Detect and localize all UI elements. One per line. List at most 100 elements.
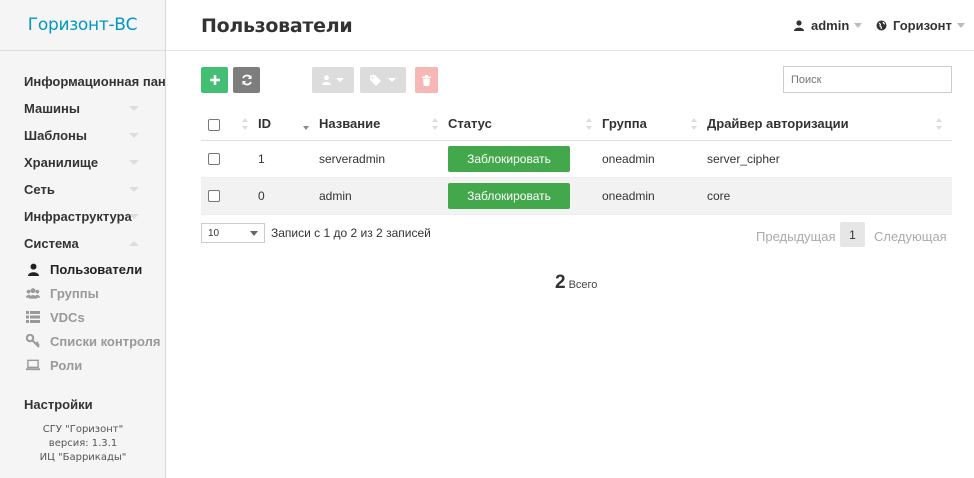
zone-menu[interactable]: Горизонт bbox=[876, 18, 965, 33]
total-label: Всего bbox=[568, 279, 598, 291]
chevron-up-icon bbox=[129, 241, 139, 246]
column-header-label: ID bbox=[258, 116, 271, 132]
header: Пользователи admin Горизонт bbox=[166, 0, 974, 51]
sidebar-item-label: Настройки bbox=[24, 397, 93, 412]
chevron-down-icon bbox=[854, 23, 863, 28]
records-info: Записи с 1 до 2 из 2 записей bbox=[271, 226, 431, 240]
sidebar-item-label: Информационная пане bbox=[24, 74, 165, 89]
user-icon bbox=[26, 262, 40, 276]
sidebar-item-storage[interactable]: Хранилище bbox=[0, 149, 165, 176]
page-title: Пользователи bbox=[201, 15, 353, 37]
sort-icon[interactable] bbox=[242, 118, 248, 130]
status-cell: Заблокировать bbox=[448, 177, 602, 215]
users-icon bbox=[26, 286, 40, 300]
user-group: oneadmin bbox=[602, 177, 707, 215]
pagination-next[interactable]: Следующая bbox=[874, 229, 947, 244]
sidebar-subitem-vdcs[interactable]: VDCs bbox=[0, 305, 165, 329]
table-row[interactable]: 1 serveradmin Заблокировать oneadmin ser… bbox=[201, 140, 952, 178]
footer-product: СГУ "Горизонт" bbox=[42, 424, 124, 435]
column-header-auth-driver[interactable]: Драйвер авторизации bbox=[707, 108, 952, 141]
chevron-down-icon bbox=[250, 231, 258, 236]
status-cell: Заблокировать bbox=[448, 140, 602, 178]
sort-desc-icon bbox=[303, 118, 309, 130]
block-button[interactable]: Заблокировать bbox=[448, 182, 570, 209]
user-group: oneadmin bbox=[602, 140, 707, 178]
sidebar-item-infrastructure[interactable]: Инфраструктура bbox=[0, 203, 165, 230]
user-id: 1 bbox=[258, 140, 319, 178]
chevron-down-icon bbox=[129, 187, 139, 192]
row-checkbox[interactable] bbox=[208, 190, 220, 203]
labels-button[interactable] bbox=[360, 67, 406, 93]
auth-driver: core bbox=[707, 177, 952, 215]
chevron-down-icon bbox=[388, 78, 396, 82]
sidebar-item-label: Инфраструктура bbox=[24, 209, 132, 224]
sort-icon bbox=[936, 118, 942, 130]
sidebar-subitem-acl[interactable]: Списки контроля bbox=[0, 329, 165, 353]
footer-version: версия: 1.3.1 bbox=[48, 438, 118, 449]
chevron-down-icon bbox=[129, 214, 139, 219]
plus-icon bbox=[209, 75, 220, 85]
select-all-checkbox[interactable] bbox=[208, 118, 220, 131]
sidebar-item-label: Машины bbox=[24, 101, 80, 116]
sort-icon bbox=[691, 118, 697, 130]
chevron-down-icon bbox=[336, 78, 344, 82]
row-select-cell bbox=[201, 140, 258, 178]
sidebar-item-label: Система bbox=[24, 236, 79, 251]
sidebar-subitem-groups[interactable]: Группы bbox=[0, 281, 165, 305]
sidebar-item-system[interactable]: Система bbox=[0, 230, 165, 257]
table-header-row: ID Название Статус Группа Драйвер автори… bbox=[201, 108, 952, 141]
laptop-icon bbox=[26, 358, 40, 372]
sidebar-item-settings[interactable]: Настройки bbox=[0, 391, 165, 418]
sidebar-subitem-roles[interactable]: Роли bbox=[0, 353, 165, 377]
sidebar-item-label: Сеть bbox=[24, 182, 55, 197]
sort-icon bbox=[432, 118, 438, 130]
block-button[interactable]: Заблокировать bbox=[448, 145, 570, 172]
sidebar-item-dashboard[interactable]: Информационная пане bbox=[0, 68, 165, 95]
sidebar-subitem-users[interactable]: Пользователи bbox=[0, 257, 165, 281]
column-header-group[interactable]: Группа bbox=[602, 108, 707, 141]
create-button[interactable] bbox=[201, 67, 228, 93]
sort-icon bbox=[586, 118, 592, 130]
delete-button[interactable] bbox=[415, 67, 438, 93]
pagination-current-page[interactable]: 1 bbox=[840, 222, 865, 247]
zone-name: Горизонт bbox=[893, 18, 952, 33]
column-header-id[interactable]: ID bbox=[258, 108, 319, 141]
user-icon bbox=[322, 75, 331, 85]
sidebar-subitem-label: Пользователи bbox=[50, 261, 143, 277]
user-id: 0 bbox=[258, 177, 319, 215]
column-header-name[interactable]: Название bbox=[319, 108, 448, 141]
row-select-cell bbox=[201, 177, 258, 215]
search-input[interactable] bbox=[783, 66, 952, 93]
sidebar-subitem-label: VDCs bbox=[50, 309, 85, 325]
sidebar-item-label: Хранилище bbox=[24, 155, 99, 170]
chevron-down-icon bbox=[956, 23, 965, 28]
user-menu[interactable]: admin bbox=[794, 18, 863, 33]
sidebar-item-label: Шаблоны bbox=[24, 128, 87, 143]
user-name: admin bbox=[811, 18, 850, 33]
trash-icon bbox=[422, 74, 431, 86]
pagination-previous[interactable]: Предыдущая bbox=[756, 229, 836, 244]
table-row[interactable]: 0 admin Заблокировать oneadmin core bbox=[201, 177, 952, 215]
footer-vendor: ИЦ "Баррикады" bbox=[39, 452, 127, 463]
user-name: serveradmin bbox=[319, 140, 448, 178]
refresh-button[interactable] bbox=[233, 67, 260, 93]
sidebar: Горизонт-ВС Информационная пане Машины Ш… bbox=[0, 0, 166, 478]
chevron-down-icon bbox=[129, 160, 139, 165]
row-checkbox[interactable] bbox=[208, 153, 220, 166]
column-header-status[interactable]: Статус bbox=[448, 108, 602, 141]
chevron-down-icon bbox=[129, 106, 139, 111]
sidebar-item-network[interactable]: Сеть bbox=[0, 176, 165, 203]
list-icon bbox=[26, 310, 40, 324]
change-owner-button[interactable] bbox=[312, 67, 354, 93]
sidebar-item-machines[interactable]: Машины bbox=[0, 95, 165, 122]
globe-icon bbox=[876, 20, 887, 31]
sidebar-subitem-label: Роли bbox=[50, 357, 83, 373]
select-all-column bbox=[201, 108, 258, 141]
brand-logo[interactable]: Горизонт-ВС bbox=[0, 0, 165, 51]
page-length-value: 10 bbox=[208, 227, 220, 239]
chevron-down-icon bbox=[129, 133, 139, 138]
page-length-select[interactable]: 10 bbox=[201, 223, 265, 243]
column-header-label: Название bbox=[319, 116, 381, 132]
tag-icon bbox=[370, 74, 381, 86]
sidebar-item-templates[interactable]: Шаблоны bbox=[0, 122, 165, 149]
